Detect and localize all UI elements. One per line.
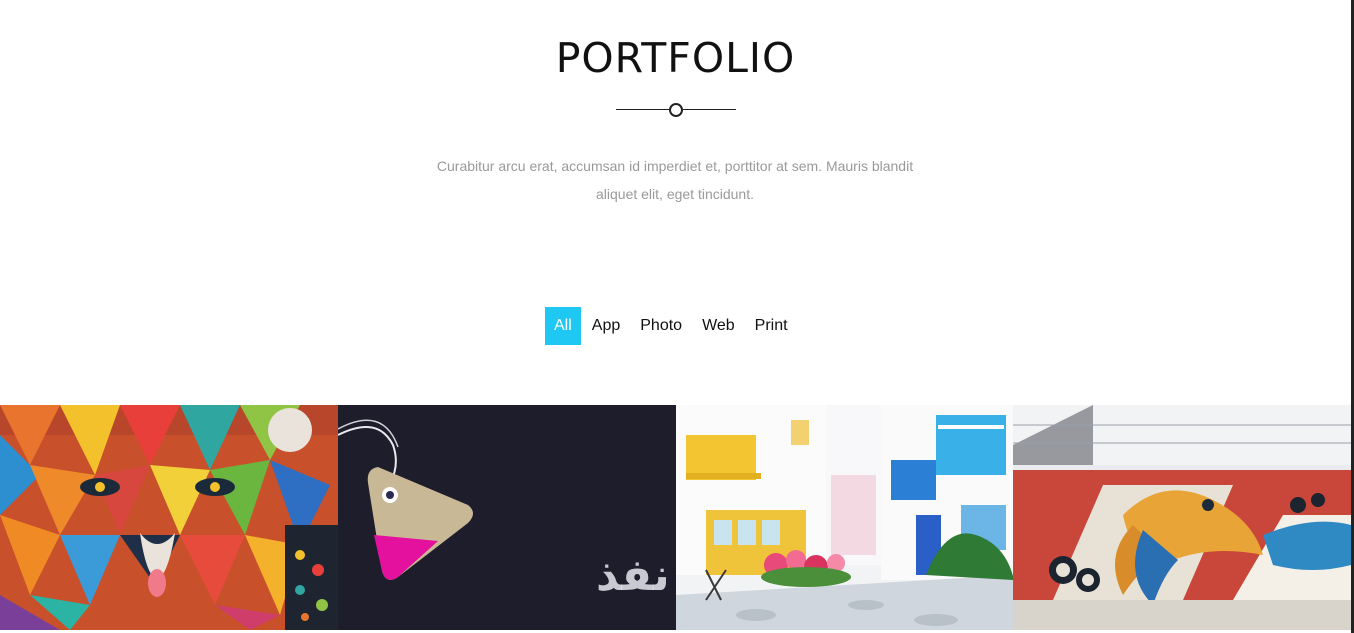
filter-app-button[interactable]: App — [583, 307, 629, 345]
section-description-line-1: Curabitur arcu erat, accumsan id imperdi… — [436, 158, 914, 174]
page-title: PORTFOLIO — [555, 34, 796, 82]
section-description: Curabitur arcu erat, accumsan id imperdi… — [410, 152, 940, 208]
portfolio-gallery: ﻧﻔﺬ — [0, 405, 1351, 630]
divider-line-right — [683, 109, 736, 110]
portfolio-page: PORTFOLIO Curabitur arcu erat, accumsan … — [0, 0, 1354, 633]
fish-mural-image — [1013, 405, 1351, 630]
filter-photo-button[interactable]: Photo — [631, 307, 691, 345]
portfolio-item-fish-mural[interactable] — [1013, 405, 1351, 630]
bear-mural-image — [0, 405, 338, 630]
section-description-line-2: aliquet elit, eget tincidunt. — [596, 186, 754, 202]
watermark-logo-arabic: ﻧﻔﺬ — [596, 550, 670, 601]
portfolio-filter-bar: All App Photo Web Print — [545, 307, 799, 345]
title-divider — [616, 103, 736, 117]
portfolio-item-price-tag[interactable]: ﻧﻔﺬ — [337, 405, 676, 630]
portfolio-item-street[interactable] — [675, 405, 1014, 630]
portfolio-item-bear-mural[interactable] — [0, 405, 338, 630]
divider-circle-icon — [669, 103, 683, 117]
filter-web-button[interactable]: Web — [693, 307, 744, 345]
filter-all-button[interactable]: All — [545, 307, 581, 345]
divider-line-left — [616, 109, 669, 110]
filter-print-button[interactable]: Print — [746, 307, 797, 345]
price-tag-image: ﻧﻔﺬ — [337, 405, 676, 630]
street-image — [675, 405, 1014, 630]
